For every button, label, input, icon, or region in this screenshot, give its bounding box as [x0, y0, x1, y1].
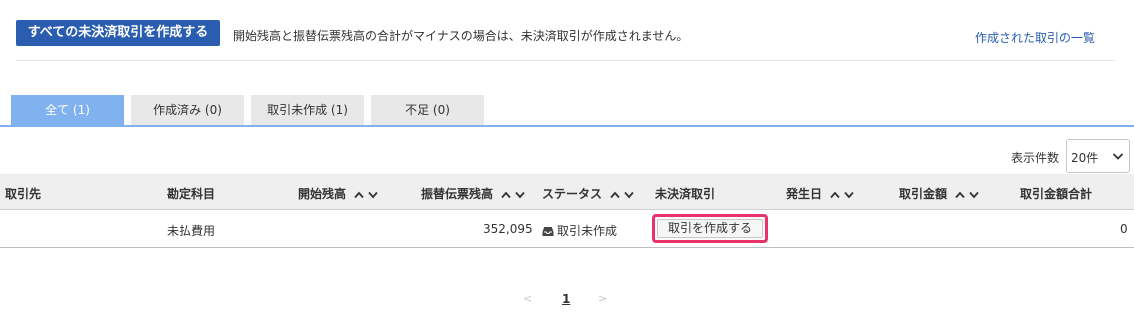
- col-header-status: ステータス: [542, 185, 635, 202]
- tab-not-created[interactable]: 取引未作成 (1): [251, 95, 364, 126]
- col-header-partner: 取引先: [5, 185, 41, 202]
- col-header-transfer-balance-label: 振替伝票残高: [421, 187, 494, 201]
- per-page-value: 20件: [1071, 151, 1099, 165]
- cell-amount-total: 0: [1120, 222, 1128, 236]
- col-header-date: 発生日: [786, 185, 855, 202]
- sort-asc-icon[interactable]: [501, 191, 511, 199]
- sort-controls: [955, 188, 980, 202]
- cell-transfer-balance: 352,095: [483, 222, 533, 236]
- per-page-label: 表示件数: [1011, 151, 1060, 165]
- sort-controls: [830, 188, 855, 202]
- create-transaction-button[interactable]: 取引を作成する: [652, 214, 768, 243]
- table-header-row: 取引先 勘定科目 開始残高 振替伝票残高 ステータス 未決済取引 発生日 取引金…: [0, 174, 1134, 210]
- col-header-account: 勘定科目: [167, 185, 215, 202]
- pagination-prev[interactable]: <: [523, 292, 532, 305]
- col-header-partner-label: 取引先: [5, 187, 42, 201]
- sort-controls: [610, 188, 635, 202]
- sort-asc-icon[interactable]: [610, 191, 620, 199]
- cell-account: 未払費用: [167, 224, 216, 238]
- pagination: < 1 >: [0, 292, 1134, 308]
- col-header-amount-total: 取引金額合計: [1020, 185, 1092, 202]
- minus-balance-notice: 開始残高と振替伝票残高の合計がマイナスの場合は、未決済取引が作成されません。: [233, 29, 689, 43]
- per-page-select[interactable]: 20件: [1066, 139, 1130, 173]
- create-transaction-label: 取引を作成する: [657, 219, 763, 238]
- tab-created[interactable]: 作成済み (0): [131, 95, 244, 126]
- pagination-current-page[interactable]: 1: [562, 292, 570, 306]
- col-header-unsettled: 未決済取引: [655, 185, 715, 202]
- sort-desc-icon[interactable]: [844, 191, 855, 199]
- tab-underline: [0, 125, 1134, 127]
- sort-asc-icon[interactable]: [955, 191, 965, 199]
- status-label: 取引未作成: [557, 224, 618, 238]
- col-header-amount-label: 取引金額: [899, 187, 948, 201]
- sort-desc-icon[interactable]: [969, 191, 980, 199]
- inbox-icon: [542, 227, 554, 236]
- sort-controls: [501, 188, 526, 202]
- top-divider: [16, 60, 1116, 61]
- col-header-date-label: 発生日: [786, 187, 823, 201]
- sort-asc-icon[interactable]: [830, 191, 840, 199]
- cell-status: 取引未作成: [542, 222, 617, 239]
- col-header-amount: 取引金額: [899, 185, 980, 202]
- table-row: 未払費用 352,095 取引未作成 取引を作成する 0: [0, 210, 1134, 248]
- col-header-opening-balance-label: 開始残高: [298, 187, 347, 201]
- sort-desc-icon[interactable]: [368, 191, 379, 199]
- sort-desc-icon[interactable]: [515, 191, 526, 199]
- pagination-next[interactable]: >: [598, 292, 607, 305]
- sort-controls: [354, 188, 379, 202]
- sort-asc-icon[interactable]: [354, 191, 364, 199]
- col-header-opening-balance: 開始残高: [298, 185, 379, 202]
- col-header-status-label: ステータス: [542, 187, 603, 201]
- create-all-unsettled-button[interactable]: すべての未決済取引を作成する: [16, 20, 220, 46]
- tab-all[interactable]: 全て (1): [11, 95, 124, 126]
- created-transactions-link[interactable]: 作成された取引の一覧: [975, 29, 1095, 46]
- col-header-unsettled-label: 未決済取引: [655, 187, 716, 201]
- chevron-down-icon: [1112, 153, 1124, 160]
- col-header-transfer-balance: 振替伝票残高: [421, 185, 526, 202]
- sort-desc-icon[interactable]: [624, 191, 635, 199]
- col-header-account-label: 勘定科目: [167, 187, 216, 201]
- tab-insufficient[interactable]: 不足 (0): [371, 95, 484, 126]
- col-header-amount-total-label: 取引金額合計: [1020, 187, 1093, 201]
